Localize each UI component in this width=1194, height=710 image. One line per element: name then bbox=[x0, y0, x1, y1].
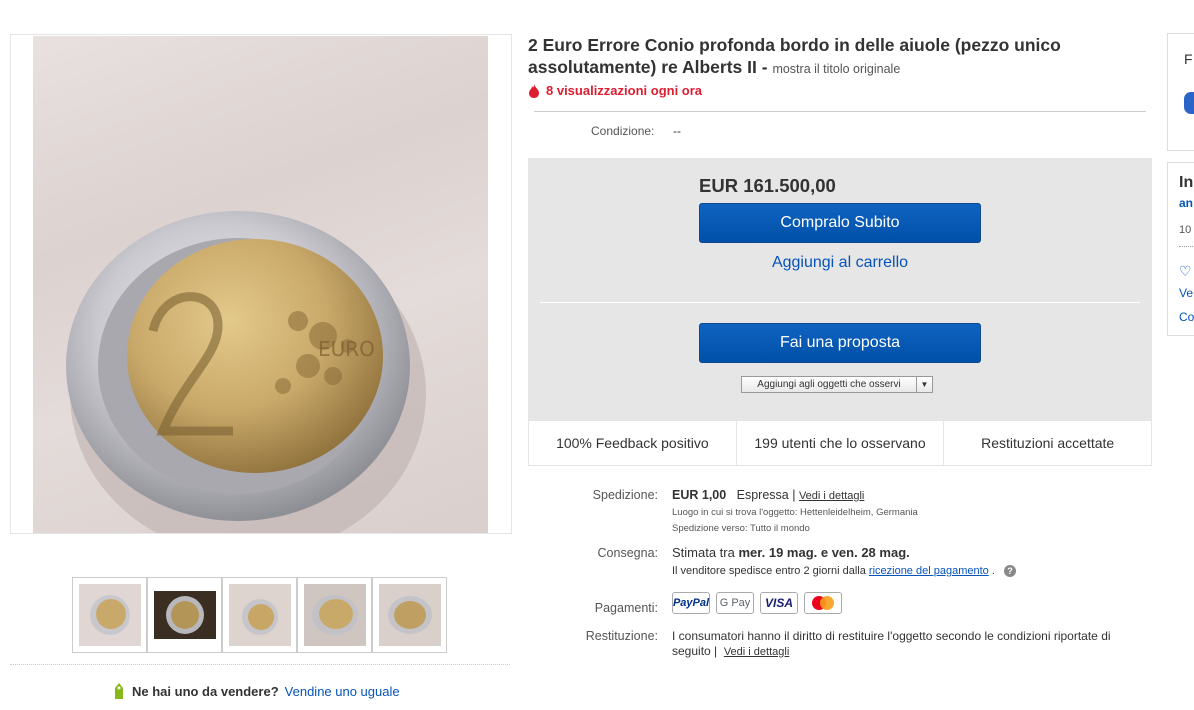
seller-stats: 100% Feedback positivo 199 utenti che lo… bbox=[528, 420, 1152, 466]
add-to-cart-link[interactable]: Aggiungi al carrello bbox=[699, 254, 981, 272]
delivery-label: Consegna: bbox=[597, 546, 658, 560]
right-panel-top: F bbox=[1167, 33, 1194, 151]
views-alert: 8 visualizzazioni ogni ora bbox=[528, 83, 702, 98]
seller-name-link[interactable]: an bbox=[1179, 196, 1193, 210]
thumbnail-strip bbox=[72, 577, 447, 653]
dispatch-prefix: Il venditore spedisce entro 2 giorni dal… bbox=[672, 565, 866, 577]
sell-question: Ne hai uno da vendere? bbox=[132, 683, 279, 699]
shipping-label: Spedizione: bbox=[592, 488, 658, 502]
shipping-method: Espressa | bbox=[736, 488, 796, 502]
svg-text:EURO: EURO bbox=[318, 337, 375, 361]
returns-info: I consumatori hanno il diritto di restit… bbox=[672, 629, 1142, 660]
buybox-divider bbox=[540, 302, 1140, 303]
shield-icon bbox=[1184, 92, 1194, 114]
item-location: Luogo in cui si trova l'oggetto: Hettenl… bbox=[672, 507, 918, 518]
coin-image: EURO bbox=[66, 211, 426, 533]
right-panel-top-title: F bbox=[1184, 51, 1193, 67]
heart-icon[interactable]: ♡ bbox=[1179, 263, 1192, 280]
price-tag-icon bbox=[115, 683, 123, 699]
flame-icon bbox=[529, 83, 539, 98]
returns-label: Restituzione: bbox=[585, 629, 658, 643]
returns-details-link[interactable]: Vedi i dettagli bbox=[724, 646, 789, 658]
sell-similar-row: Ne hai uno da vendere? Vendine uno ugual… bbox=[112, 682, 400, 700]
dispatch-suffix: . bbox=[991, 565, 995, 577]
left-divider bbox=[10, 664, 510, 665]
payment-receipt-link[interactable]: ricezione del pagamento bbox=[869, 565, 989, 577]
google-pay-logo: G Pay bbox=[716, 592, 754, 614]
delivery-estimate: Stimata tra mer. 19 mag. e ven. 28 mag. bbox=[672, 545, 910, 560]
paypal-logo: PayPal bbox=[672, 592, 710, 614]
buy-now-button[interactable]: Compralo Subito bbox=[699, 203, 981, 243]
make-offer-button[interactable]: Fai una proposta bbox=[699, 323, 981, 363]
seller-score: 10 bbox=[1179, 224, 1192, 236]
payment-methods: PayPal G Pay VISA bbox=[672, 592, 842, 614]
main-image-frame[interactable]: EURO bbox=[10, 34, 512, 534]
stat-returns: Restituzioni accettate bbox=[943, 421, 1151, 465]
thumbnail-4[interactable] bbox=[297, 577, 372, 653]
add-to-watchlist-button[interactable]: Aggiungi agli oggetti che osservi ▼ bbox=[741, 376, 933, 393]
title-divider bbox=[534, 111, 1146, 112]
visa-logo: VISA bbox=[760, 592, 798, 614]
payments-label: Pagamenti: bbox=[594, 601, 658, 615]
shipping-price: EUR 1,00 bbox=[672, 488, 727, 502]
condition-label: Condizione: bbox=[591, 124, 655, 138]
thumbnail-1[interactable] bbox=[72, 577, 147, 653]
dispatch-info: Il venditore spedisce entro 2 giorni dal… bbox=[672, 565, 1016, 577]
price: EUR 161.500,00 bbox=[699, 175, 836, 196]
ships-to: Spedizione verso: Tutto il mondo bbox=[672, 523, 810, 534]
seller-divider bbox=[1179, 246, 1194, 247]
mastercard-logo bbox=[804, 592, 842, 614]
shipping-details-link[interactable]: Vedi i dettagli bbox=[799, 490, 864, 502]
seller-info-title: In bbox=[1179, 174, 1194, 191]
stat-feedback: 100% Feedback positivo bbox=[556, 435, 709, 451]
stat-watchers: 199 utenti che lo osservano bbox=[735, 421, 944, 465]
buy-box: EUR 161.500,00 Compralo Subito Aggiungi … bbox=[528, 158, 1152, 420]
views-text: 8 visualizzazioni ogni ora bbox=[546, 83, 703, 98]
help-icon[interactable]: ? bbox=[1003, 565, 1016, 577]
thumbnail-5[interactable] bbox=[372, 577, 447, 653]
seller-link-2[interactable]: Co bbox=[1179, 310, 1194, 324]
chevron-down-icon[interactable]: ▼ bbox=[916, 377, 932, 392]
delivery-prefix: Stimata tra bbox=[672, 545, 735, 560]
shipping-info: EUR 1,00 Espressa | Vedi i dettagli bbox=[672, 488, 864, 502]
thumbnail-2[interactable] bbox=[147, 577, 222, 653]
show-original-title-link[interactable]: mostra il titolo originale bbox=[772, 62, 900, 76]
sell-similar-link[interactable]: Vendine uno uguale bbox=[285, 684, 400, 699]
thumbnail-3[interactable] bbox=[222, 577, 297, 653]
seller-info-panel: In an 10 ♡ Ve Co bbox=[1167, 162, 1194, 336]
listing-title: 2 Euro Errore Conio profonda bordo in de… bbox=[528, 34, 1128, 80]
watchlist-label[interactable]: Aggiungi agli oggetti che osservi bbox=[742, 377, 916, 392]
delivery-dates: mer. 19 mag. e ven. 28 mag. bbox=[738, 545, 910, 560]
condition-value: -- bbox=[673, 124, 681, 138]
seller-link-1[interactable]: Ve bbox=[1179, 286, 1193, 300]
main-product-photo[interactable]: EURO bbox=[33, 36, 488, 533]
